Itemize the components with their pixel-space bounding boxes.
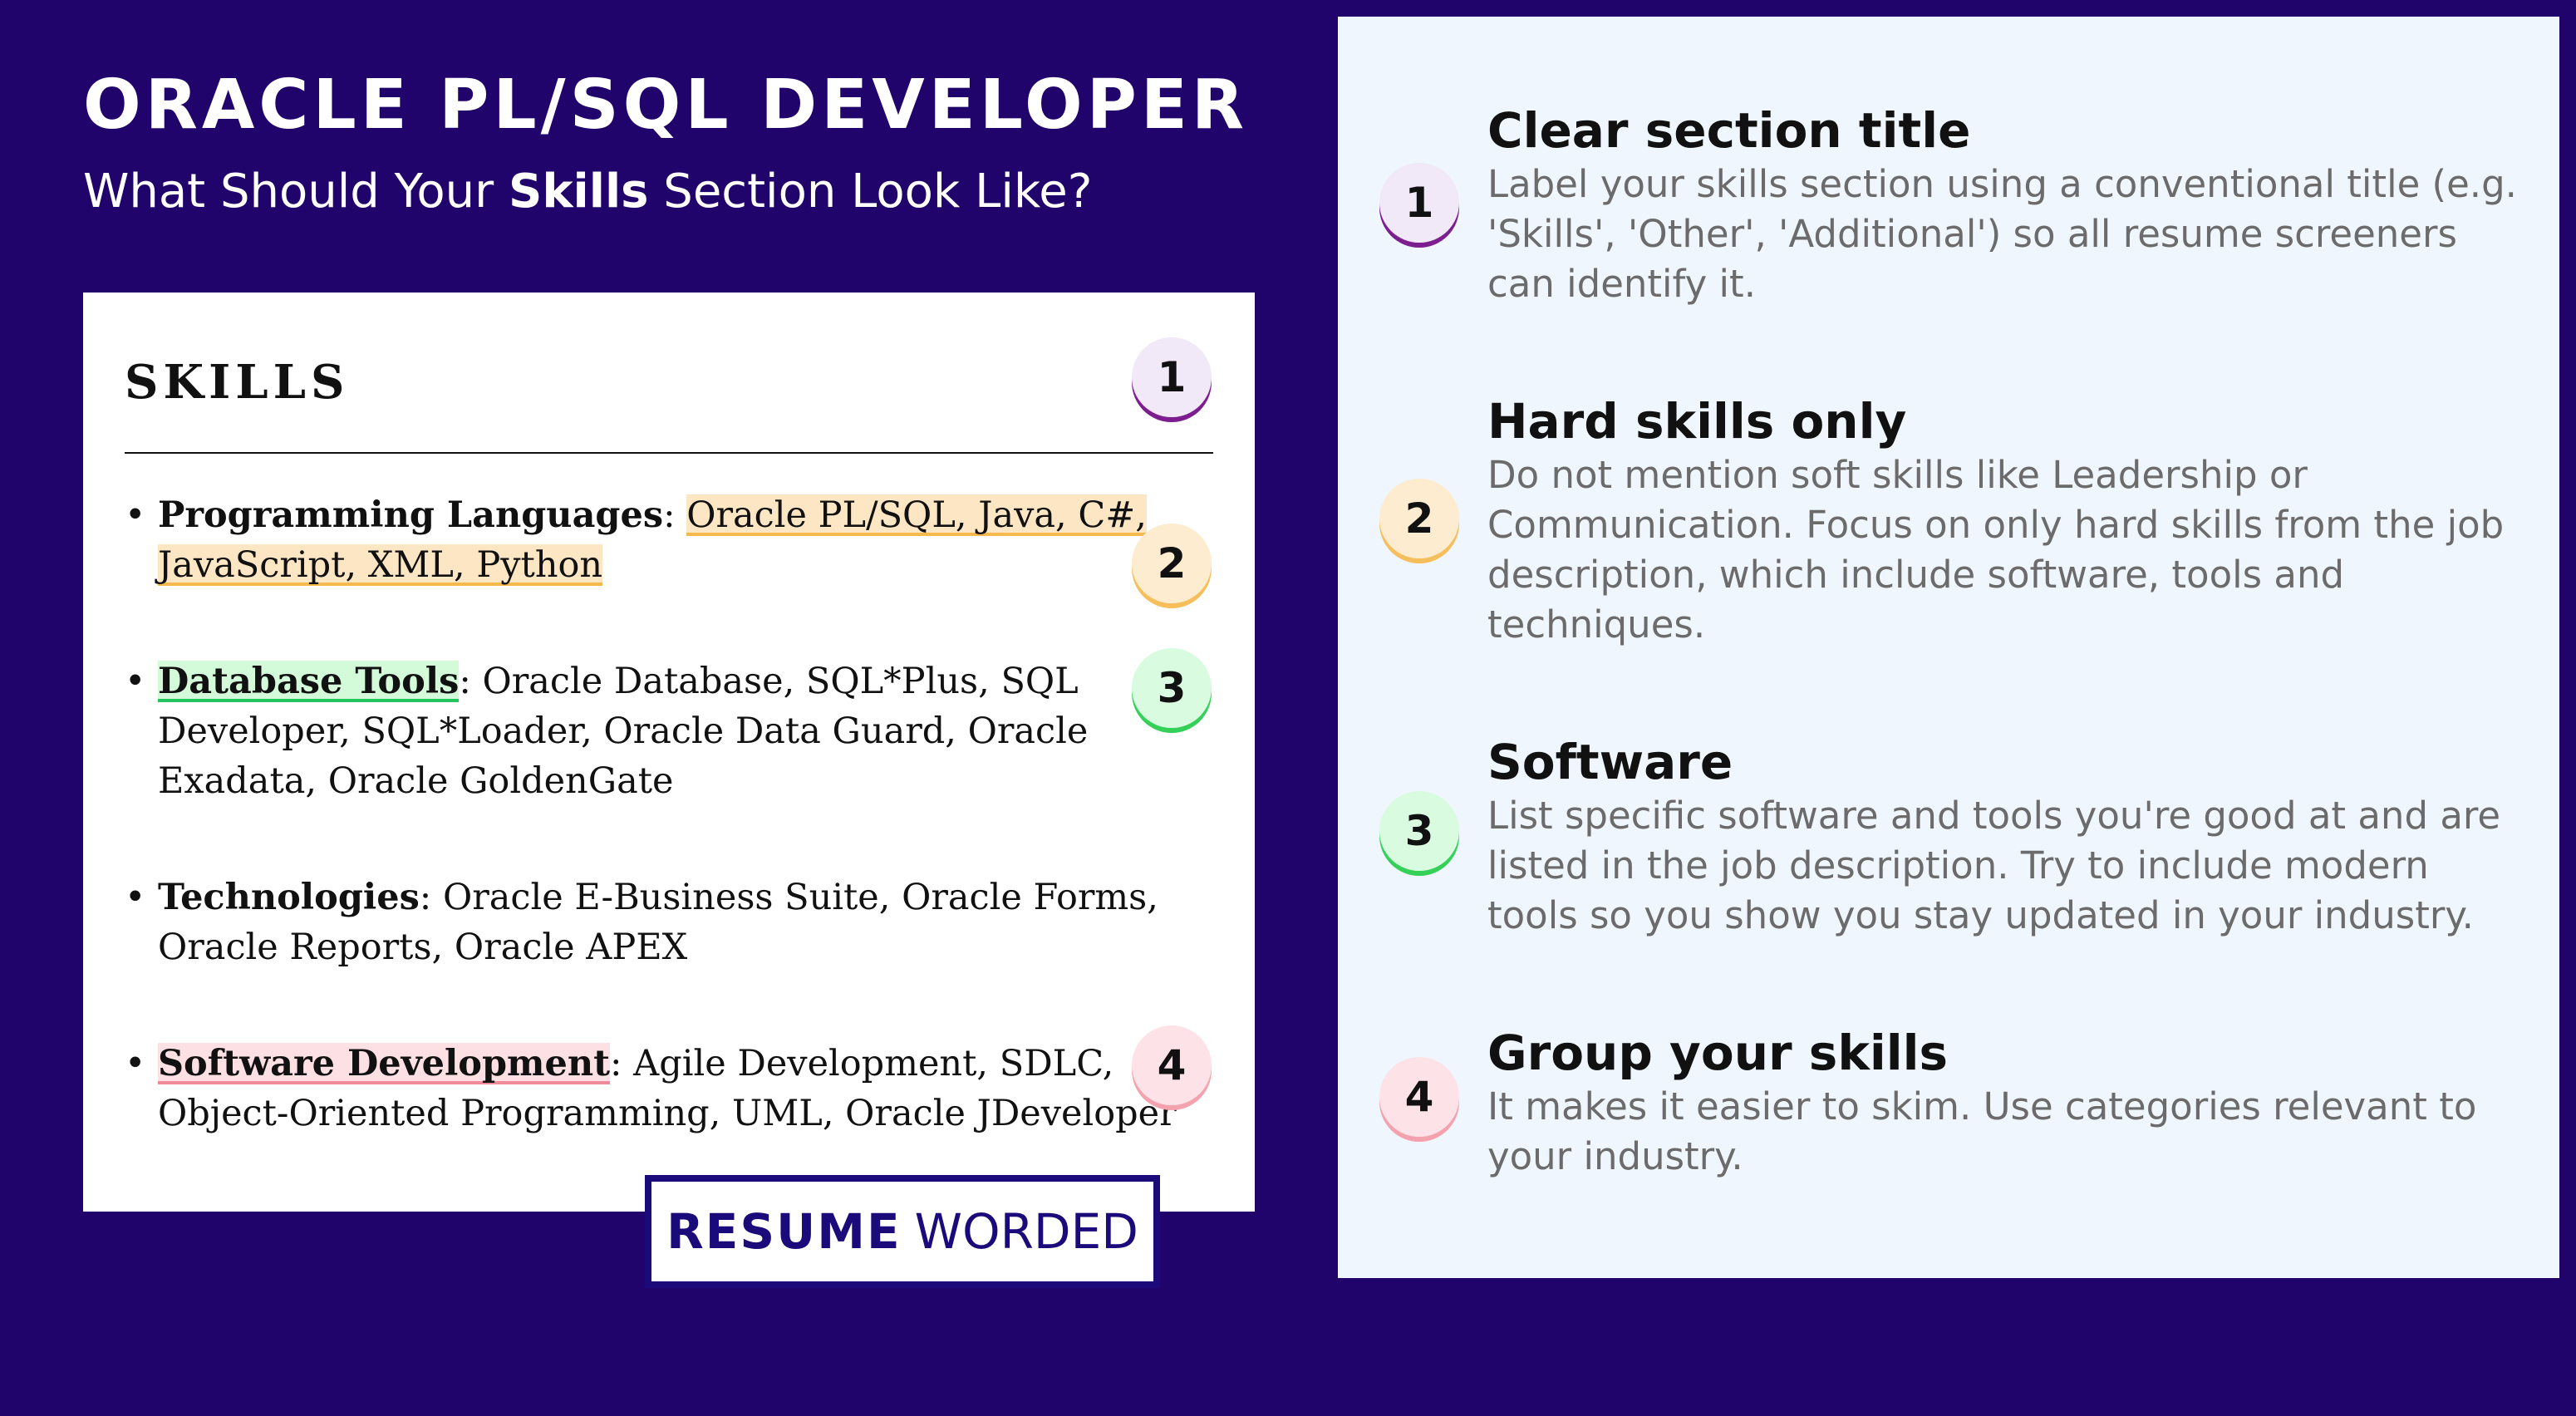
skill-text: Programming Languages: Oracle PL/SQL, Ja…	[125, 490, 1230, 590]
skill-separator: :	[419, 877, 443, 918]
skill-category: Programming Languages	[158, 494, 664, 536]
tips-panel: 1 Clear section title Label your skills …	[1338, 17, 2559, 1278]
number-badge-3: 3	[1132, 648, 1212, 728]
tip-text: It makes it easier to skim. Use categori…	[1487, 1084, 2477, 1178]
heading-divider	[125, 452, 1213, 454]
skill-separator: :	[663, 494, 687, 536]
bullet: •	[125, 494, 146, 536]
skill-text: Software Development: Agile Development,…	[125, 1039, 1230, 1138]
tip-title: Hard skills only	[1487, 393, 1907, 450]
tip-badge-4: 4	[1379, 1057, 1459, 1137]
bullet: •	[125, 877, 146, 918]
tip-text: Do not mention soft skills like Leadersh…	[1487, 453, 2505, 647]
skill-category: Software Development	[158, 1043, 611, 1084]
tip-text: Label your skills section using a conven…	[1487, 162, 2517, 306]
page-subtitle: What Should Your Skills Section Look Lik…	[83, 166, 1092, 218]
resume-skills-card: SKILLS • Programming Languages: Oracle P…	[83, 293, 1255, 1212]
skill-separator: :	[459, 661, 483, 702]
skill-text: Database Tools: Oracle Database, SQL*Plu…	[125, 656, 1230, 806]
page-title: ORACLE PL/SQL DEVELOPER	[83, 66, 1249, 145]
number-badge-2: 2	[1132, 524, 1212, 603]
tip-item: Hard skills only Do not mention soft ski…	[1487, 392, 2518, 650]
skill-row: • Software Development: Agile Developmen…	[125, 1039, 1230, 1138]
skill-row: • Technologies: Oracle E-Business Suite,…	[125, 873, 1230, 972]
bullet: •	[125, 661, 146, 702]
number-badge-1: 1	[1132, 337, 1212, 417]
tip-badge-1: 1	[1379, 163, 1459, 243]
subtitle-start: What Should Your	[83, 165, 509, 219]
tip-title: Clear section title	[1487, 102, 1971, 159]
tip-item: Clear section title Label your skills se…	[1487, 101, 2518, 309]
tip-title: Group your skills	[1487, 1025, 1949, 1081]
logo-word-worded: WORDED	[914, 1203, 1138, 1260]
resume-worded-logo: RESUME WORDED	[645, 1175, 1160, 1288]
logo-word-resume: RESUME	[666, 1203, 902, 1260]
skill-category: Database Tools	[158, 661, 460, 702]
skill-text: Technologies: Oracle E-Business Suite, O…	[125, 873, 1230, 972]
tip-badge-3: 3	[1379, 791, 1459, 871]
number-badge-4: 4	[1132, 1025, 1212, 1105]
skill-category: Technologies	[158, 877, 420, 918]
skills-heading: SKILLS	[125, 355, 350, 410]
subtitle-end: Section Look Like?	[648, 165, 1093, 219]
tip-title: Software	[1487, 734, 1733, 790]
skill-separator: :	[610, 1043, 634, 1084]
bullet: •	[125, 1043, 146, 1084]
subtitle-emphasis: Skills	[508, 165, 649, 219]
skill-row: • Programming Languages: Oracle PL/SQL, …	[125, 490, 1230, 590]
tip-item: Software List specific software and tool…	[1487, 733, 2518, 941]
tip-badge-2: 2	[1379, 479, 1459, 558]
skill-row: • Database Tools: Oracle Database, SQL*P…	[125, 656, 1230, 806]
tip-text: List specific software and tools you're …	[1487, 794, 2501, 937]
tip-item: Group your skills It makes it easier to …	[1487, 1024, 2518, 1182]
